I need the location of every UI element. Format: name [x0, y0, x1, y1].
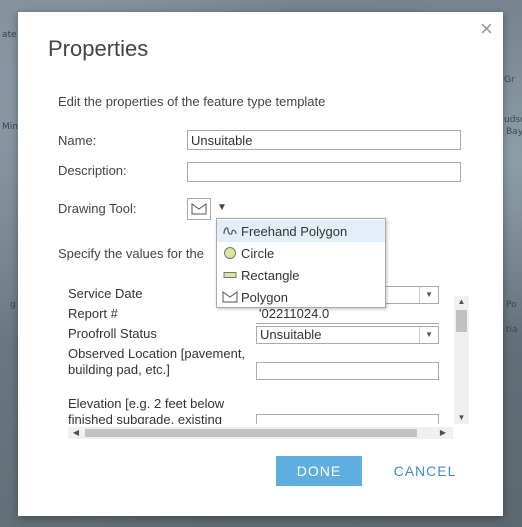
- properties-dialog: × Properties Edit the properties of the …: [18, 12, 503, 516]
- dialog-description: Edit the properties of the feature type …: [58, 94, 326, 109]
- menu-item-label: Polygon: [241, 289, 288, 305]
- name-input[interactable]: [187, 130, 461, 150]
- scroll-down-icon[interactable]: ▼: [454, 412, 469, 424]
- drawing-tool-caret-icon[interactable]: ▼: [217, 202, 227, 213]
- scroll-right-icon[interactable]: ▶: [437, 427, 449, 439]
- vertical-scroll-thumb[interactable]: [456, 310, 467, 332]
- map-label: Po: [506, 300, 517, 310]
- attribute-label: Report #: [68, 306, 118, 321]
- proofroll-status-select[interactable]: Unsuitable ▼: [256, 326, 439, 344]
- chevron-down-icon[interactable]: ▼: [419, 287, 438, 303]
- scroll-up-icon[interactable]: ▲: [454, 296, 469, 308]
- name-label: Name:: [58, 133, 97, 148]
- freehand-polygon-icon: [222, 223, 238, 239]
- menu-item-freehand-polygon[interactable]: Freehand Polygon: [217, 220, 385, 242]
- attribute-value: Unsuitable: [260, 327, 322, 342]
- menu-item-circle[interactable]: Circle: [217, 242, 385, 264]
- polygon-icon: [222, 289, 238, 305]
- done-button[interactable]: DONE: [276, 456, 362, 486]
- description-label: Description:: [58, 163, 127, 178]
- map-label: ate: [2, 30, 17, 40]
- circle-icon: [222, 245, 238, 261]
- drawing-tool-menu: Freehand Polygon Circle Rectangle Polygo…: [216, 218, 386, 308]
- rectangle-icon: [222, 267, 238, 283]
- cancel-button[interactable]: CANCEL: [378, 456, 472, 486]
- map-label: udso: [504, 115, 522, 125]
- chevron-down-icon[interactable]: ▼: [419, 327, 438, 343]
- description-input[interactable]: [187, 162, 461, 182]
- polygon-icon: [191, 203, 207, 215]
- menu-item-rectangle[interactable]: Rectangle: [217, 264, 385, 286]
- map-label: Bay: [506, 127, 522, 137]
- menu-item-label: Rectangle: [241, 267, 300, 283]
- vertical-scrollbar[interactable]: ▲ ▼: [454, 296, 469, 424]
- report-number-input[interactable]: '02211024.0: [256, 306, 439, 324]
- horizontal-scrollbar[interactable]: ◀ ▶: [68, 427, 453, 439]
- observed-location-input[interactable]: [256, 362, 439, 380]
- attribute-label: Proofroll Status: [68, 326, 157, 341]
- map-label: Gr: [504, 75, 515, 85]
- menu-item-label: Freehand Polygon: [241, 223, 348, 239]
- scroll-left-icon[interactable]: ◀: [70, 427, 82, 439]
- elevation-input[interactable]: [256, 414, 439, 424]
- horizontal-scroll-thumb[interactable]: [85, 429, 417, 437]
- drawing-tool-label: Drawing Tool:: [58, 201, 137, 216]
- attribute-label: Elevation [e.g. 2 feet below finished su…: [68, 396, 225, 424]
- attribute-label: Observed Location [pavement, building pa…: [68, 346, 246, 377]
- dialog-title: Properties: [48, 36, 149, 61]
- menu-item-polygon[interactable]: Polygon: [217, 286, 385, 308]
- specify-values-text: Specify the values for the: [58, 246, 204, 261]
- map-label: tia: [506, 325, 518, 335]
- map-label: g: [10, 300, 16, 310]
- menu-item-label: Circle: [241, 245, 275, 261]
- drawing-tool-button[interactable]: [187, 198, 211, 220]
- close-icon[interactable]: ×: [480, 18, 493, 40]
